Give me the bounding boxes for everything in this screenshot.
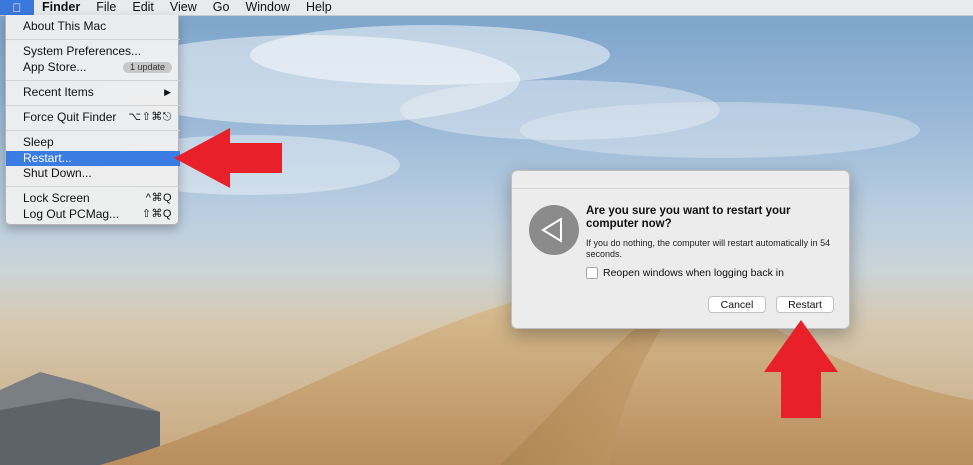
dialog-title-bar [512,171,849,189]
menu-bar:  Finder File Edit View Go Window Help [0,0,973,16]
menu-item-label: Force Quit Finder [23,110,117,124]
red-arrow-up-icon [764,320,838,418]
reopen-windows-label: Reopen windows when logging back in [603,267,784,279]
menu-item-label: Recent Items [23,85,94,99]
restart-power-icon [529,205,579,255]
apple-menu-button[interactable]:  [0,0,34,15]
menu-view[interactable]: View [162,0,205,15]
menu-item-label: Restart... [23,151,72,165]
cancel-button[interactable]: Cancel [708,296,766,313]
menu-item-restart[interactable]: Restart... [6,151,180,166]
menu-item-label: Sleep [23,135,54,149]
apple-menu-dropdown: About This Mac System Preferences... App… [5,15,180,225]
menu-divider [6,105,180,106]
menu-item-system-preferences[interactable]: System Preferences... [6,44,180,59]
menu-item-label: Lock Screen [23,191,90,205]
lock-screen-shortcut: ^⌘Q [145,192,172,204]
apple-logo-icon:  [13,1,22,15]
reopen-windows-checkbox[interactable] [586,267,598,279]
menu-item-label: About This Mac [23,19,107,33]
menu-item-recent-items[interactable]: Recent Items ▶ [6,85,180,100]
menu-help[interactable]: Help [298,0,340,15]
menu-divider [6,130,180,131]
force-quit-shortcut: ⌥⇧⌘⎋ [128,111,172,123]
restart-confirmation-dialog: Are you sure you want to restart your co… [511,170,850,329]
menu-item-log-out[interactable]: Log Out PCMag... ⇧⌘Q [6,207,180,222]
menu-item-label: System Preferences... [23,44,142,58]
menu-app-finder[interactable]: Finder [34,0,88,15]
dialog-message: If you do nothing, the computer will res… [586,238,831,259]
menu-item-sleep[interactable]: Sleep [6,135,180,150]
menu-item-shut-down[interactable]: Shut Down... [6,166,180,181]
menu-file[interactable]: File [88,0,124,15]
menu-go[interactable]: Go [205,0,238,15]
menu-window[interactable]: Window [237,0,297,15]
menu-item-lock-screen[interactable]: Lock Screen ^⌘Q [6,191,180,206]
menu-item-about-this-mac[interactable]: About This Mac [6,19,180,34]
dialog-heading: Are you sure you want to restart your co… [586,205,791,230]
menu-item-label: Log Out PCMag... [23,207,120,221]
menu-item-app-store[interactable]: App Store... 1 update [6,60,180,75]
menu-divider [6,39,180,40]
menu-edit[interactable]: Edit [124,0,162,15]
menu-item-label: Shut Down... [23,166,92,180]
reopen-windows-option[interactable]: Reopen windows when logging back in [586,267,784,279]
menu-item-label: App Store... [23,60,87,74]
submenu-arrow-icon: ▶ [164,87,171,97]
update-badge: 1 update [122,62,172,73]
menu-item-force-quit[interactable]: Force Quit Finder ⌥⇧⌘⎋ [6,110,180,125]
red-arrow-left-icon [174,128,282,188]
menu-divider [6,186,180,187]
menu-divider [6,80,180,81]
log-out-shortcut: ⇧⌘Q [141,208,172,220]
restart-button[interactable]: Restart [776,296,834,313]
